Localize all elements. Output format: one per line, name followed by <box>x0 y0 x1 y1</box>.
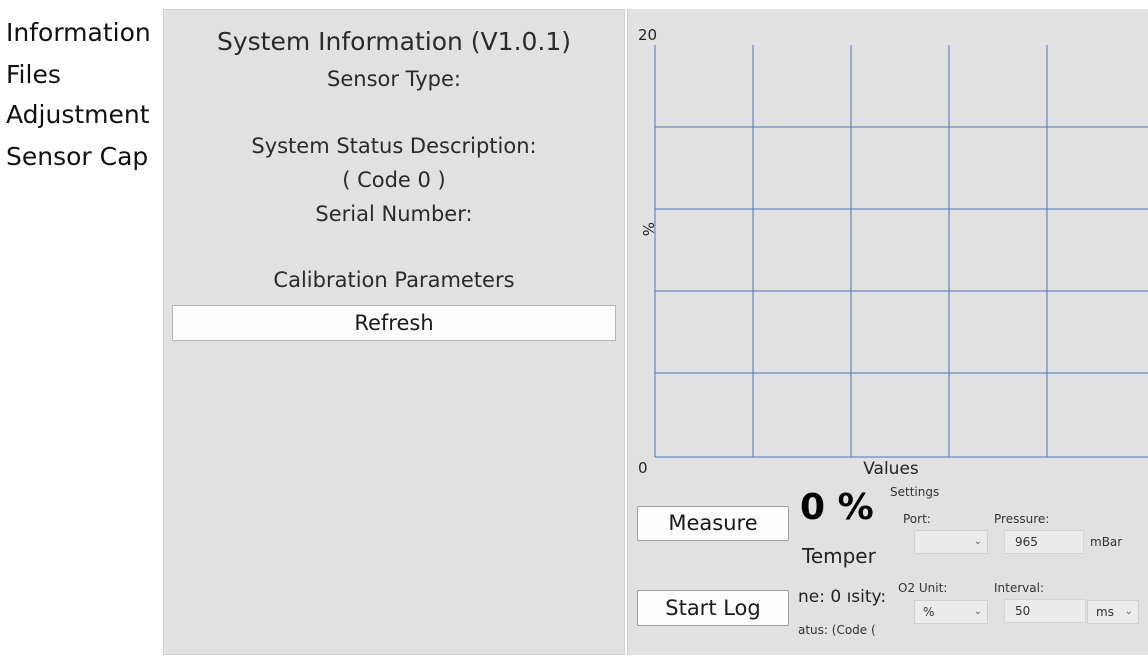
sidebar <box>0 0 163 660</box>
status-code-text: ( Code 0 ) <box>342 168 446 192</box>
temperature-label: Temper <box>802 544 876 568</box>
interval-unit-select[interactable]: ms ⌄ <box>1087 600 1139 624</box>
measurement-panel: 20 0 % Values Measure Start Log 0 % Temp… <box>627 9 1148 655</box>
o2-unit-label: O2 Unit: <box>898 581 948 595</box>
chevron-down-icon: ⌄ <box>973 606 982 617</box>
sensor-type-label: Sensor Type: <box>327 67 461 91</box>
port-select[interactable]: ⌄ <box>914 530 988 554</box>
sidebar-item-sensor-cap[interactable]: Sensor Cap <box>6 142 148 172</box>
refresh-button[interactable]: Refresh <box>172 305 616 341</box>
chevron-down-icon: ⌄ <box>1124 606 1133 617</box>
system-info-title: System Information (V1.0.1) <box>216 27 572 56</box>
o2-unit-select[interactable]: % ⌄ <box>914 600 988 624</box>
port-label: Port: <box>903 512 931 526</box>
serial-number-label: Serial Number: <box>315 202 473 226</box>
interval-label: Interval: <box>994 581 1044 595</box>
settings-title: Settings <box>890 485 940 499</box>
pressure-input[interactable]: 965 <box>1004 530 1084 554</box>
o2-chart: 20 0 % Values <box>638 26 1148 479</box>
pressure-unit: mBar <box>1090 535 1123 549</box>
sidebar-item-files[interactable]: Files <box>6 60 61 90</box>
y-axis-label: % <box>639 222 657 236</box>
x-axis-label: Values <box>863 459 919 479</box>
sidebar-item-information[interactable]: Information <box>6 18 151 48</box>
y-tick-label-min: 0 <box>638 459 648 477</box>
y-tick-label-max: 20 <box>638 26 657 44</box>
measure-button[interactable]: Measure <box>637 506 789 541</box>
pressure-label: Pressure: <box>994 512 1050 526</box>
truncated-readout-line: ne: 0 ısity: <box>798 587 887 607</box>
start-log-button[interactable]: Start Log <box>637 590 789 626</box>
system-info-panel: System Information (V1.0.1) Sensor Type:… <box>163 9 625 655</box>
status-readout: atus: (Code ( <box>798 623 876 637</box>
chevron-down-icon: ⌄ <box>973 536 982 547</box>
sidebar-item-adjustment[interactable]: Adjustment <box>6 100 150 130</box>
interval-input[interactable]: 50 <box>1004 599 1086 623</box>
chart-grid <box>654 45 1148 458</box>
calibration-parameters-label: Calibration Parameters <box>273 268 515 292</box>
o2-value-readout: 0 % <box>800 487 874 528</box>
status-description-label: System Status Description: <box>251 134 537 158</box>
o2-unit-select-value: % <box>923 605 935 619</box>
interval-unit-select-value: ms <box>1096 605 1114 619</box>
